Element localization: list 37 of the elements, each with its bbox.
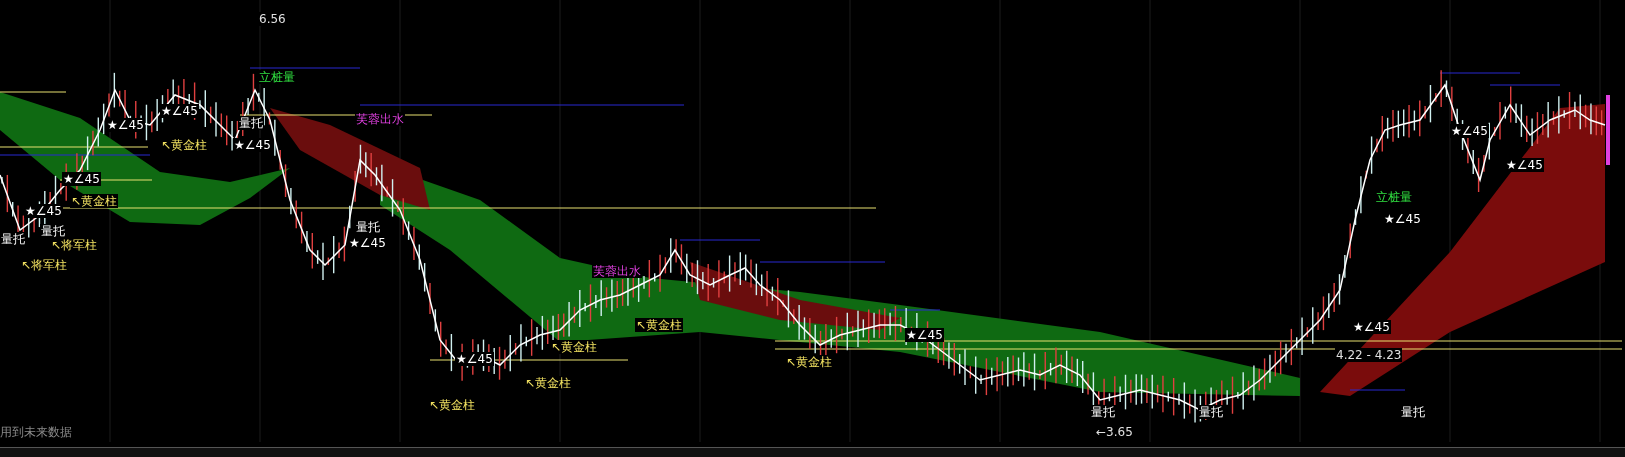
chart-annotation: 量托 bbox=[40, 224, 66, 238]
chart-annotation: 量托 bbox=[238, 116, 264, 130]
chart-annotation: 量托 bbox=[1400, 405, 1426, 419]
chart-annotation: ★∠45 bbox=[905, 328, 944, 342]
chart-annotation: 6.56 bbox=[258, 12, 287, 26]
chart-annotation: ↖黄金柱 bbox=[70, 194, 119, 208]
chart-annotation: ★∠45 bbox=[1383, 212, 1422, 226]
chart-annotation: ★∠45 bbox=[106, 118, 145, 132]
chart-annotation: 4.22 - 4.23 bbox=[1335, 348, 1403, 362]
signal-bar bbox=[1606, 95, 1610, 165]
chart-annotation: ★∠45 bbox=[160, 104, 199, 118]
chart-annotation: 芙蓉出水 bbox=[355, 112, 405, 126]
chart-annotation: 量托 bbox=[0, 232, 26, 246]
chart-annotation: ★∠45 bbox=[1505, 158, 1544, 172]
chart-annotation: 立桩量 bbox=[1375, 190, 1413, 204]
chart-annotation: 芙蓉出水 bbox=[592, 264, 642, 278]
chart-annotation: 量托 bbox=[355, 220, 381, 234]
chart-annotation: ↖黄金柱 bbox=[160, 138, 209, 152]
chart-annotation: ★∠45 bbox=[24, 204, 63, 218]
chart-annotation: ↖黄金柱 bbox=[550, 340, 599, 354]
chart-annotation: 量托 bbox=[1090, 405, 1116, 419]
chart-annotation: ←3.65 bbox=[1095, 425, 1134, 439]
chart-annotation: ★∠45 bbox=[1450, 124, 1489, 138]
chart-annotation: ↖黄金柱 bbox=[635, 318, 684, 332]
chart-annotation: ★∠45 bbox=[62, 172, 101, 186]
footer-note: 用到未来数据 bbox=[0, 424, 72, 441]
chart-annotation: ↖将军柱 bbox=[50, 238, 99, 252]
chart-annotation: ↖黄金柱 bbox=[785, 355, 834, 369]
chart-annotation: ↖黄金柱 bbox=[428, 398, 477, 412]
chart-annotation: ★∠45 bbox=[455, 352, 494, 366]
chart-annotation: ★∠45 bbox=[348, 236, 387, 250]
chart-annotation: ★∠45 bbox=[1352, 320, 1391, 334]
chart-annotation: ★∠45 bbox=[233, 138, 272, 152]
chart-annotation: ↖黄金柱 bbox=[524, 376, 573, 390]
chart-annotation: 立桩量 bbox=[258, 70, 296, 84]
chart-annotation: 量托 bbox=[1198, 405, 1224, 419]
chart-annotation: ↖将军柱 bbox=[20, 258, 69, 272]
